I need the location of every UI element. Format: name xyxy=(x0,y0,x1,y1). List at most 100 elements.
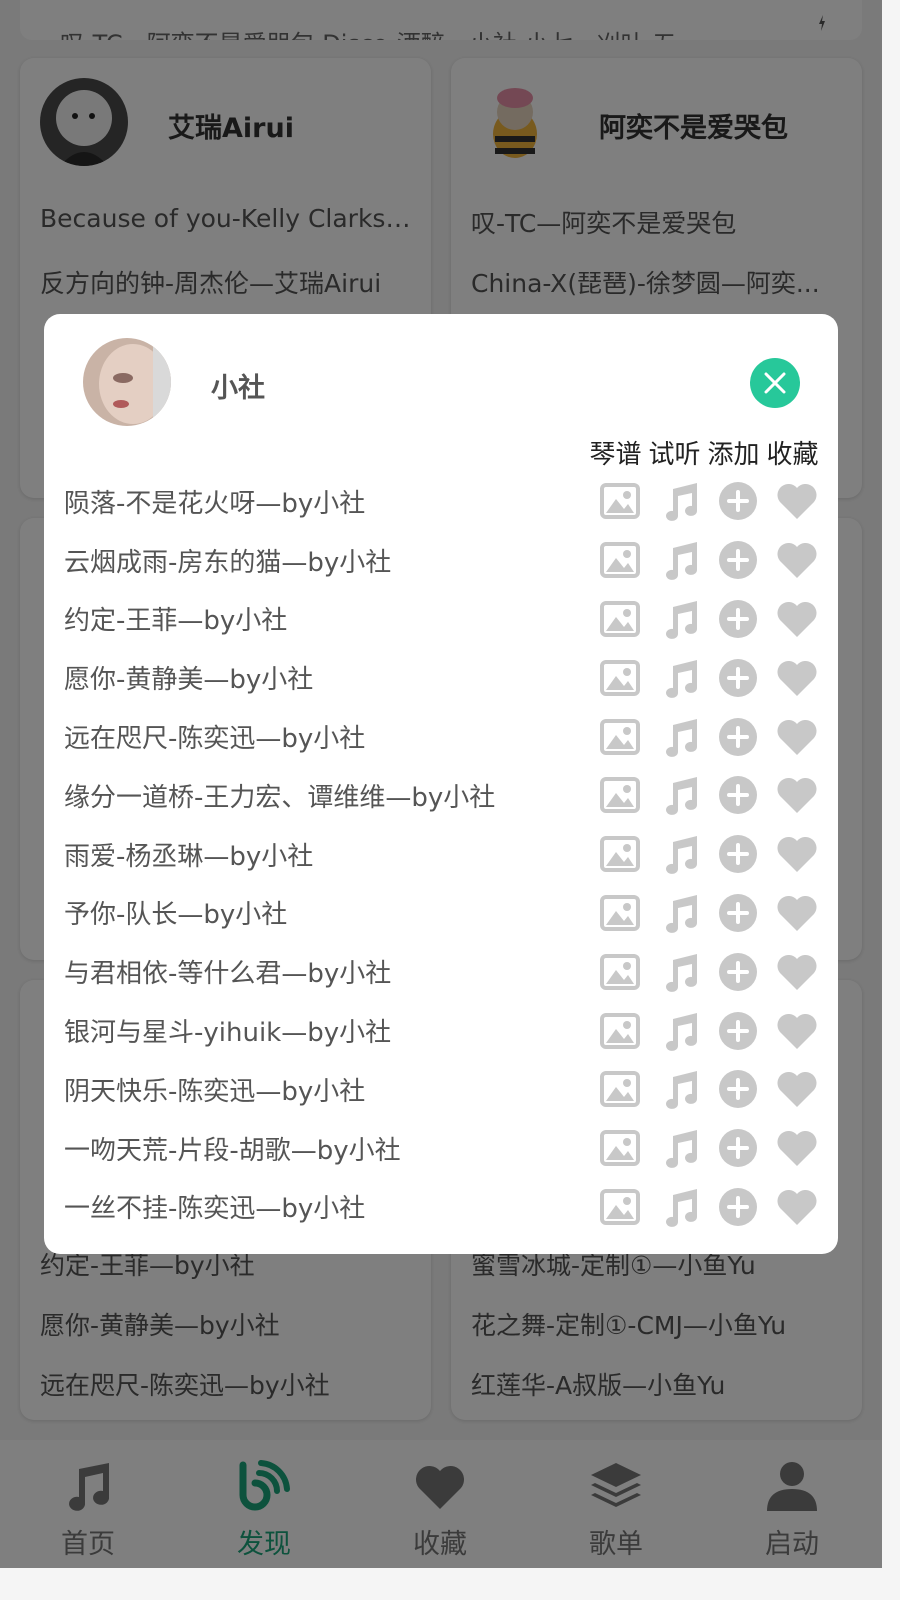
music-note-icon xyxy=(659,775,699,816)
listen-button[interactable] xyxy=(649,832,708,876)
plus-circle-icon xyxy=(718,1187,758,1227)
sheet-button[interactable] xyxy=(590,891,649,935)
favorite-button[interactable] xyxy=(767,597,826,641)
heart-icon xyxy=(776,1070,818,1108)
listen-button[interactable] xyxy=(649,538,708,582)
plus-circle-icon xyxy=(718,952,758,992)
sheet-button[interactable] xyxy=(590,715,649,759)
plus-circle-icon xyxy=(718,1069,758,1109)
add-button[interactable] xyxy=(708,1009,767,1053)
song-actions xyxy=(590,891,826,935)
plus-circle-icon xyxy=(718,1128,758,1168)
plus-circle-icon xyxy=(718,481,758,521)
favorite-button[interactable] xyxy=(767,891,826,935)
close-button[interactable] xyxy=(750,358,800,408)
sheet-button[interactable] xyxy=(590,597,649,641)
sheet-button[interactable] xyxy=(590,538,649,582)
music-note-icon xyxy=(659,599,699,639)
favorite-button[interactable] xyxy=(767,773,826,817)
listen-button[interactable] xyxy=(649,1009,708,1053)
sheet-button[interactable] xyxy=(590,1009,649,1053)
heart-icon xyxy=(776,776,818,814)
song-title[interactable]: 予你-队长—by小社 xyxy=(64,894,287,931)
plus-circle-icon xyxy=(718,599,758,639)
heart-icon xyxy=(776,659,818,697)
song-title[interactable]: 雨爱-杨丞琳—by小社 xyxy=(64,836,313,873)
song-actions xyxy=(590,1185,826,1229)
add-button[interactable] xyxy=(708,950,767,994)
song-list: 陨落-不是花火呀—by小社 云烟成雨-房东的猫—by小社 约定-王菲—by小社 愿你-… xyxy=(44,472,838,1236)
song-title[interactable]: 远在咫尺-陈奕迅—by小社 xyxy=(64,718,365,755)
sheet-button[interactable] xyxy=(590,1067,649,1111)
avatar xyxy=(83,338,171,426)
favorite-button[interactable] xyxy=(767,715,826,759)
song-title[interactable]: 与君相依-等什么君—by小社 xyxy=(64,953,391,990)
column-headers: 琴谱 试听 添加 收藏 xyxy=(586,434,822,471)
sheet-button[interactable] xyxy=(590,479,649,523)
sheet-button[interactable] xyxy=(590,832,649,876)
listen-button[interactable] xyxy=(649,773,708,817)
song-title[interactable]: 银河与星斗-yihuik—by小社 xyxy=(64,1012,391,1049)
listen-button[interactable] xyxy=(649,1067,708,1111)
add-button[interactable] xyxy=(708,538,767,582)
listen-button[interactable] xyxy=(649,715,708,759)
uploader-name: 小社 xyxy=(211,373,265,404)
song-actions xyxy=(590,773,826,817)
add-button[interactable] xyxy=(708,773,767,817)
song-title[interactable]: 一吻天荒-片段-胡歌—by小社 xyxy=(64,1130,401,1167)
sheet-button[interactable] xyxy=(590,1185,649,1229)
image-icon xyxy=(599,542,640,579)
listen-button[interactable] xyxy=(649,1126,708,1170)
add-button[interactable] xyxy=(708,715,767,759)
listen-button[interactable] xyxy=(649,891,708,935)
favorite-button[interactable] xyxy=(767,1185,826,1229)
song-title[interactable]: 愿你-黄静美—by小社 xyxy=(64,659,313,696)
music-note-icon xyxy=(659,893,699,933)
favorite-button[interactable] xyxy=(767,656,826,700)
favorite-button[interactable] xyxy=(767,1009,826,1053)
plus-circle-icon xyxy=(718,893,758,933)
add-button[interactable] xyxy=(708,656,767,700)
favorite-button[interactable] xyxy=(767,1126,826,1170)
add-button[interactable] xyxy=(708,1067,767,1111)
song-actions xyxy=(590,950,826,994)
heart-icon xyxy=(776,894,818,932)
add-button[interactable] xyxy=(708,891,767,935)
plus-circle-icon xyxy=(718,658,758,698)
song-actions xyxy=(590,1067,826,1111)
favorite-button[interactable] xyxy=(767,832,826,876)
image-icon xyxy=(599,1130,640,1167)
heart-icon xyxy=(776,835,818,873)
song-title[interactable]: 一丝不挂-陈奕迅—by小社 xyxy=(64,1188,365,1225)
favorite-button[interactable] xyxy=(767,479,826,523)
listen-button[interactable] xyxy=(649,950,708,994)
listen-button[interactable] xyxy=(649,1185,708,1229)
song-title[interactable]: 云烟成雨-房东的猫—by小社 xyxy=(64,542,391,579)
add-button[interactable] xyxy=(708,832,767,876)
song-row: 一丝不挂-陈奕迅—by小社 xyxy=(44,1178,838,1237)
sheet-button[interactable] xyxy=(590,1126,649,1170)
song-title[interactable]: 缘分一道桥-王力宏、谭维维—by小社 xyxy=(64,777,495,814)
listen-button[interactable] xyxy=(649,656,708,700)
favorite-button[interactable] xyxy=(767,950,826,994)
listen-button[interactable] xyxy=(649,597,708,641)
song-title[interactable]: 约定-王菲—by小社 xyxy=(64,600,287,637)
image-icon xyxy=(599,894,640,931)
sheet-button[interactable] xyxy=(590,950,649,994)
sheet-button[interactable] xyxy=(590,773,649,817)
song-title[interactable]: 阴天快乐-陈奕迅—by小社 xyxy=(64,1071,365,1108)
music-note-icon xyxy=(659,658,699,698)
image-icon xyxy=(599,777,640,814)
song-row: 云烟成雨-房东的猫—by小社 xyxy=(44,531,838,590)
song-title[interactable]: 陨落-不是花火呀—by小社 xyxy=(64,483,365,520)
add-button[interactable] xyxy=(708,479,767,523)
add-button[interactable] xyxy=(708,597,767,641)
plus-circle-icon xyxy=(718,1011,758,1051)
sheet-button[interactable] xyxy=(590,656,649,700)
favorite-button[interactable] xyxy=(767,1067,826,1111)
add-button[interactable] xyxy=(708,1185,767,1229)
add-button[interactable] xyxy=(708,1126,767,1170)
listen-button[interactable] xyxy=(649,479,708,523)
favorite-button[interactable] xyxy=(767,538,826,582)
music-note-icon xyxy=(659,540,699,581)
